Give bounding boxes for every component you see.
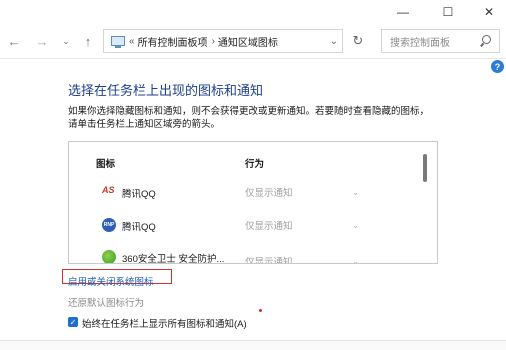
- list-item: AS 腾讯QQ 仅显示通知 ⌄: [69, 181, 417, 203]
- arrow-right-icon: →: [35, 33, 49, 49]
- qq-penguin-icon: RNP: [102, 218, 116, 232]
- breadcrumb-all-control-panel-items[interactable]: 所有控制面板项: [138, 34, 208, 49]
- breadcrumb-overflow[interactable]: «: [129, 36, 135, 47]
- title-bar: — ☐ ✕: [0, 0, 506, 24]
- forward-button[interactable]: →: [34, 32, 50, 50]
- search-box[interactable]: 搜索控制面板: [381, 29, 500, 53]
- page-description: 如果你选择隐藏图标和通知，则不会获得更改或更新通知。若要随时查看隐藏的图标，请单…: [68, 106, 430, 130]
- maximize-button[interactable]: ☐: [431, 0, 465, 24]
- behavior-select-value: 仅显示通知: [245, 221, 293, 232]
- list-item-name: 腾讯QQ: [122, 189, 156, 200]
- chevron-down-icon: ⌄: [62, 35, 70, 46]
- restore-default-behavior-link[interactable]: 还原默认图标行为: [68, 295, 144, 309]
- chevron-down-icon: ⌄: [352, 187, 359, 197]
- address-dropdown-icon[interactable]: ⌄: [330, 36, 338, 47]
- address-bar[interactable]: « 所有控制面板项 › 通知区域图标 ⌄: [103, 29, 343, 53]
- list-item-name: 腾讯QQ: [122, 222, 156, 233]
- list-item: 360安全卫士 安全防护... 仅显示通知 ⌄: [69, 246, 417, 264]
- column-header-behavior: 行为: [245, 159, 265, 170]
- behavior-select[interactable]: 仅显示通知 ⌄: [245, 183, 365, 201]
- help-button[interactable]: ?: [491, 60, 504, 73]
- icons-list-panel: 图标 行为 AS 腾讯QQ 仅显示通知 ⌄ RNP 腾讯QQ 仅显示通知 ⌄ 3…: [68, 141, 438, 264]
- always-show-checkbox-label[interactable]: 始终在任务栏上显示所有图标和通知(A): [82, 316, 247, 330]
- page-title: 选择在任务栏上出现的图标和通知: [68, 83, 264, 98]
- qq-logo-icon: AS: [102, 185, 115, 195]
- always-show-checkbox[interactable]: ✓: [68, 317, 78, 327]
- chevron-down-icon: ⌄: [352, 256, 359, 264]
- back-button[interactable]: ←: [6, 32, 22, 50]
- checkmark-icon: ✓: [69, 317, 77, 327]
- scrollbar-thumb[interactable]: [423, 154, 427, 182]
- maximize-icon: ☐: [442, 5, 454, 19]
- list-item-name: 360安全卫士 安全防护...: [122, 254, 225, 264]
- breadcrumb-notification-icons[interactable]: 通知区域图标: [218, 34, 278, 49]
- minimize-button[interactable]: —: [386, 0, 420, 24]
- breadcrumb-separator: ›: [211, 35, 215, 47]
- cursor-dot: [259, 309, 262, 312]
- recent-locations-button[interactable]: ⌄: [60, 32, 72, 50]
- arrow-up-icon: ↑: [84, 33, 92, 49]
- behavior-select[interactable]: 仅显示通知 ⌄: [245, 216, 365, 234]
- enable-system-icons-link[interactable]: 启用或关闭系统图标: [68, 274, 154, 288]
- behavior-select-value: 仅显示通知: [245, 257, 293, 264]
- search-icon[interactable]: [482, 35, 491, 44]
- minimize-icon: —: [397, 5, 409, 19]
- column-header-icon: 图标: [96, 159, 116, 170]
- behavior-select-value: 仅显示通知: [245, 188, 293, 199]
- refresh-icon: ↻: [352, 33, 364, 48]
- close-icon: ✕: [483, 5, 495, 19]
- navigation-bar: ← → ⌄ ↑ « 所有控制面板项 › 通知区域图标 ⌄ ↻ 搜索控制面板: [0, 26, 506, 56]
- list-item: RNP 腾讯QQ 仅显示通知 ⌄: [69, 214, 417, 236]
- refresh-button[interactable]: ↻: [348, 29, 368, 53]
- search-input[interactable]: 搜索控制面板: [390, 34, 450, 49]
- header-divider: [0, 58, 506, 59]
- 360-shield-icon: [102, 250, 116, 263]
- close-button[interactable]: ✕: [472, 0, 506, 24]
- behavior-select[interactable]: 仅显示通知 ⌄: [245, 252, 365, 264]
- control-panel-icon: [111, 36, 125, 48]
- bottom-bar: [0, 340, 506, 350]
- up-button[interactable]: ↑: [80, 32, 96, 50]
- arrow-left-icon: ←: [7, 33, 21, 49]
- chevron-down-icon: ⌄: [352, 220, 359, 230]
